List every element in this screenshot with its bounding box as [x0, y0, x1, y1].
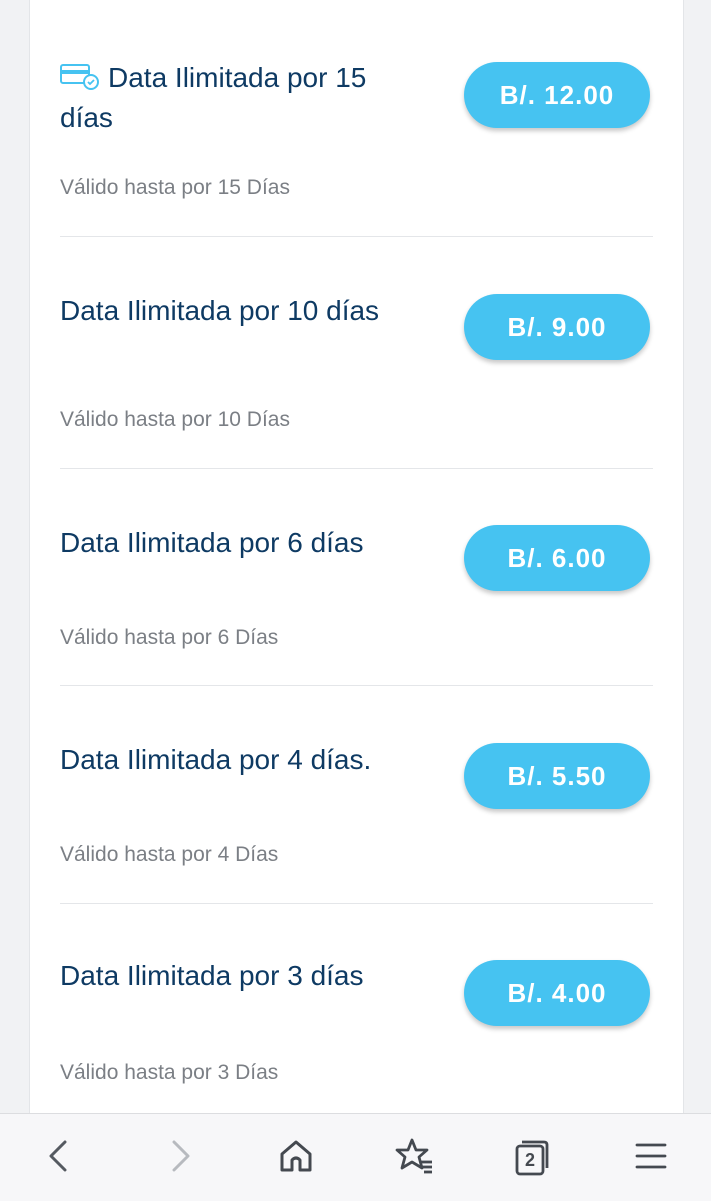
price-button[interactable]: B/. 6.00: [464, 525, 650, 591]
plan-validity: Válido hasta por 6 Días: [60, 626, 279, 649]
credit-card-icon: [60, 61, 100, 90]
plan-title: Data Ilimitada por 15 días: [60, 58, 400, 138]
plan-item: Data Ilimitada por 3 días B/. 4.00 Válid…: [60, 904, 653, 1113]
browser-bottom-nav: 2: [0, 1113, 711, 1201]
plan-validity: Válido hasta por 15 Días: [60, 176, 290, 199]
plan-title: Data Ilimitada por 6 días: [60, 527, 364, 558]
forward-icon: [160, 1136, 200, 1181]
tab-count: 2: [524, 1150, 535, 1170]
price-button[interactable]: B/. 5.50: [464, 743, 650, 809]
menu-icon: [631, 1136, 671, 1181]
plan-item: Data Ilimitada por 10 días B/. 9.00 Váli…: [60, 237, 653, 469]
plan-validity: Válido hasta por 3 Días: [60, 1061, 279, 1084]
price-button[interactable]: B/. 12.00: [464, 62, 650, 128]
menu-button[interactable]: [627, 1136, 675, 1180]
home-button[interactable]: [272, 1136, 320, 1180]
plan-item: Data Ilimitada por 15 días B/. 12.00 Vál…: [60, 0, 653, 237]
plan-title-text: Data Ilimitada por 15 días: [60, 62, 367, 133]
back-button[interactable]: [35, 1136, 83, 1180]
plan-item: Data Ilimitada por 4 días. B/. 5.50 Váli…: [60, 686, 653, 904]
home-icon: [276, 1136, 316, 1181]
plan-title: Data Ilimitada por 3 días: [60, 960, 364, 991]
price-button[interactable]: B/. 9.00: [464, 294, 650, 360]
bookmarks-icon: [394, 1136, 434, 1181]
tabs-button[interactable]: 2: [507, 1136, 555, 1180]
bookmarks-button[interactable]: [390, 1136, 438, 1180]
back-icon: [39, 1136, 79, 1181]
price-button[interactable]: B/. 4.00: [464, 960, 650, 1026]
forward-button[interactable]: [156, 1136, 204, 1180]
plans-card: Data Ilimitada por 15 días B/. 12.00 Vál…: [29, 0, 684, 1113]
plan-item: Data Ilimitada por 6 días B/. 6.00 Válid…: [60, 469, 653, 686]
plan-validity: Válido hasta por 4 Días: [60, 843, 279, 866]
plan-title: Data Ilimitada por 10 días: [60, 295, 380, 326]
tabs-icon: 2: [511, 1138, 551, 1178]
plan-validity: Válido hasta por 10 Días: [60, 408, 290, 431]
plan-title: Data Ilimitada por 4 días.: [60, 744, 372, 775]
